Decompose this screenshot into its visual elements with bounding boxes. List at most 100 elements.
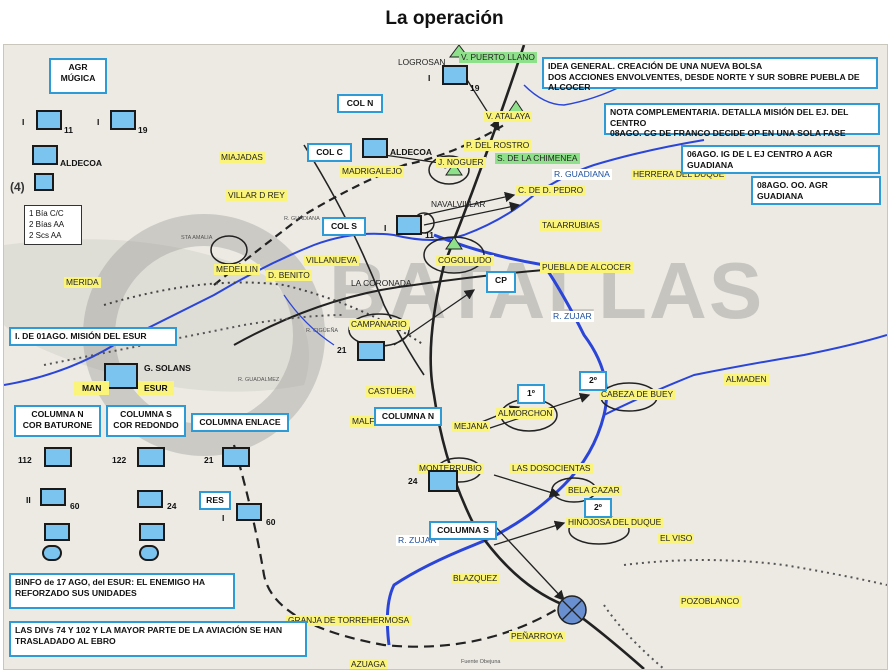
label-60: 60 bbox=[70, 501, 80, 511]
place-azuaga: AZUAGA bbox=[349, 659, 388, 669]
label-19-top: 19 bbox=[470, 83, 480, 93]
place-sta-amalia: STA AMALIA bbox=[181, 235, 213, 241]
label-man: MAN bbox=[74, 381, 110, 395]
place-fuente-obejuna: Fuente Obejuna bbox=[461, 659, 501, 665]
place-las-dosocientas: LAS DOSOCIENTAS bbox=[510, 463, 593, 474]
unit-24[interactable] bbox=[137, 490, 163, 508]
unit-agr-mugica-19[interactable] bbox=[110, 110, 136, 130]
place-castuera: CASTUERA bbox=[366, 386, 416, 397]
nota-complementaria-box: NOTA COMPLEMENTARIA. DETALLA MISIÓN DEL … bbox=[604, 103, 880, 138]
binfo-box: BINFO de 17 AGO, del ESUR: EL ENEMIGO HA… bbox=[9, 573, 235, 609]
legend-line-3: 2 Scs AA bbox=[29, 230, 62, 240]
place-s-chimenea: S. DE LA CHIMENEA bbox=[495, 153, 580, 164]
label-i-mid: I bbox=[97, 117, 100, 127]
label-aldecoa-top: ALDECOA bbox=[60, 158, 103, 168]
dotted-line-3 bbox=[623, 559, 887, 586]
unit-col-n[interactable] bbox=[442, 65, 468, 85]
legend-line-2: 2 Bías AA bbox=[29, 219, 65, 229]
place-navalvillar: NAVALVILLAR bbox=[431, 199, 486, 209]
place-el-viso: EL VISO bbox=[658, 533, 695, 544]
res-box: RES bbox=[199, 491, 231, 510]
label-i-top: I bbox=[428, 73, 431, 83]
mision-esur-box: I. DE 01AGO. MISIÓN DEL ESUR bbox=[9, 327, 177, 346]
unit-campanario-21[interactable] bbox=[357, 341, 385, 361]
place-villanueva: VILLANUEVA bbox=[304, 255, 360, 266]
phase-1-box: 1º bbox=[517, 384, 545, 404]
unit-tank-b[interactable] bbox=[139, 523, 165, 541]
place-malf: MALF bbox=[350, 416, 377, 427]
label-11-cols: 11 bbox=[425, 230, 434, 240]
place-mejana: MEJANA bbox=[452, 421, 490, 432]
label-aldecoa-colc: ALDECOA bbox=[390, 147, 433, 157]
place-hinojosa: HINOJOSA DEL DUQUE bbox=[566, 517, 664, 528]
place-r-zujar: R. ZUJAR bbox=[551, 311, 594, 322]
place-r-guadalmez: R. GUADALMEZ bbox=[238, 377, 280, 383]
aa-legend: 1 Bía C/C 2 Bías AA 2 Scs AA bbox=[24, 205, 82, 246]
operation-map[interactable]: BATALLAS LOGROSAN V. PUERTO LLANO V. ATA… bbox=[3, 44, 888, 670]
label-24: 24 bbox=[167, 501, 177, 511]
place-cogolludo: COGOLLUDO bbox=[436, 255, 494, 266]
place-logrosan: LOGROSAN bbox=[398, 57, 446, 67]
label-four: (4) bbox=[10, 180, 25, 194]
unit-res-60[interactable] bbox=[236, 503, 262, 521]
place-j-noguer: J. NOGUER bbox=[436, 157, 486, 168]
columna-enlace-box: COLUMNA ENLACE bbox=[191, 413, 289, 432]
unit-21[interactable] bbox=[222, 447, 250, 467]
place-c-de-d-pedro: C. DE D. PEDRO bbox=[516, 185, 586, 196]
label-60-res: 60 bbox=[266, 517, 276, 527]
place-penarroya: PEÑARROYA bbox=[509, 631, 565, 642]
legend-line-1: 1 Bía C/C bbox=[29, 209, 64, 218]
page-title: La operación bbox=[385, 8, 504, 29]
place-medellin: MEDELLIN bbox=[214, 264, 260, 275]
unit-col-s[interactable] bbox=[396, 215, 422, 235]
place-merida: MERIDA bbox=[64, 277, 101, 288]
unit-aldecoa[interactable] bbox=[32, 145, 58, 165]
place-cabeza-buey: CABEZA DE BUEY bbox=[599, 389, 676, 400]
label-21: 21 bbox=[204, 455, 214, 465]
place-talarrubias: TALARRUBIAS bbox=[540, 220, 602, 231]
place-r-ciguena: R. CIGÜEÑA bbox=[306, 328, 339, 334]
label-g-solans: G. SOLANS bbox=[144, 363, 191, 373]
label-ii: II bbox=[26, 495, 31, 505]
phase-2b-box: 2º bbox=[584, 498, 612, 518]
label-i-res: I bbox=[222, 513, 225, 523]
label-24-mont: 24 bbox=[408, 476, 418, 486]
place-madrigalejo: MADRIGALEJO bbox=[340, 166, 405, 177]
unit-aa[interactable] bbox=[34, 173, 54, 191]
label-122: 122 bbox=[112, 455, 127, 465]
place-pozoblanco: POZOBLANCO bbox=[679, 596, 742, 607]
columna-s-redondo-box: COLUMNA S COR REDONDO bbox=[106, 405, 186, 437]
place-miajadas: MIAJADAS bbox=[219, 152, 265, 163]
unit-agr-mugica-11[interactable] bbox=[36, 110, 62, 130]
place-v-atalaya: V. ATALAYA bbox=[484, 111, 533, 122]
place-blazquez: BLAZQUEZ bbox=[451, 573, 500, 584]
unit-tank-a[interactable] bbox=[44, 523, 70, 541]
unit-tank-d[interactable] bbox=[139, 545, 159, 561]
agr-mugica-box: AGR MÚGICA bbox=[49, 58, 107, 94]
unit-tank-c[interactable] bbox=[42, 545, 62, 561]
unit-ii-60[interactable] bbox=[40, 488, 66, 506]
unit-monterrubio-24[interactable] bbox=[428, 470, 458, 492]
place-v-puerto-llano: V. PUERTO LLANO bbox=[459, 52, 537, 63]
unit-112[interactable] bbox=[44, 447, 72, 467]
label-112: 112 bbox=[18, 455, 32, 465]
divs-box: LAS DIVs 74 Y 102 Y LA MAYOR PARTE DE LA… bbox=[9, 621, 307, 657]
place-puebla: PUEBLA DE ALCOCER bbox=[540, 262, 633, 273]
place-villar-d-rey: VILLAR D REY bbox=[226, 190, 287, 201]
place-la-coronada: LA CORONADA bbox=[351, 278, 412, 288]
unit-col-c[interactable] bbox=[362, 138, 388, 158]
columna-n-baturone-box: COLUMNA N COR BATURONE bbox=[14, 405, 101, 437]
ago08-box: 08AGO. OO. AGR GUADIANA bbox=[751, 176, 881, 206]
col-s-box: COL S bbox=[322, 217, 366, 236]
unit-122[interactable] bbox=[137, 447, 165, 467]
label-i-cols: I bbox=[384, 223, 387, 233]
label-19-left: 19 bbox=[138, 125, 148, 135]
idea-general-box: IDEA GENERAL. CREACIÓN DE UNA NUEVA BOLS… bbox=[542, 57, 878, 92]
phase-2a-box: 2º bbox=[579, 371, 607, 391]
col-c-box: COL C bbox=[307, 143, 352, 162]
label-21-camp: 21 bbox=[337, 345, 347, 355]
columna-s-box: COLUMNA S bbox=[429, 521, 497, 540]
col-n-box: COL N bbox=[337, 94, 383, 113]
cp-box: CP bbox=[486, 271, 516, 293]
place-r-guadiana-west: R. GUADIANA bbox=[284, 216, 320, 222]
